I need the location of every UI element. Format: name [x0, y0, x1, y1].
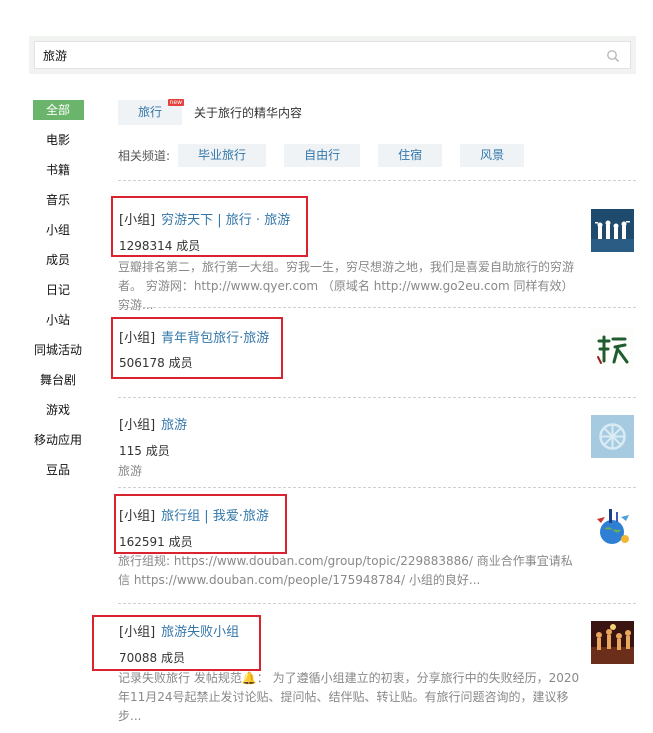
result-description: 记录失败旅行 发帖规范🔔： 为了遵循小组建立的初衷，分享旅行中的失败经历，202…: [118, 671, 580, 723]
sidebar-item-drama[interactable]: 舞台剧: [28, 370, 88, 400]
sidebar-item-label: 音乐: [45, 193, 70, 207]
result-prefix: [小组]: [119, 418, 156, 433]
sidebar-item-label: 豆品: [45, 463, 70, 477]
group-thumbnail[interactable]: [591, 415, 634, 458]
sidebar-item-label: 移动应用: [33, 433, 82, 447]
sidebar-item-label: 日记: [45, 283, 70, 297]
sidebar-item-label: 舞台剧: [39, 373, 76, 387]
topic-tag[interactable]: 旅行 new: [118, 99, 185, 125]
sidebar-item-movie[interactable]: 电影: [28, 130, 88, 160]
search-input[interactable]: [35, 42, 583, 68]
sidebar-item-products[interactable]: 豆品: [28, 460, 88, 490]
channel-scenery[interactable]: 风景: [460, 144, 525, 167]
topic-area: 旅行 new 关于旅行的精华内容 相关频道: 毕业旅行 自由行 住宿 风景: [118, 99, 636, 167]
channel-independent-travel[interactable]: 自由行: [284, 144, 361, 167]
related-channels-label: 相关频道:: [118, 149, 171, 163]
sidebar-item-label: 小站: [45, 313, 70, 327]
sidebar-item-label: 电影: [45, 133, 70, 147]
related-channels: 相关频道: 毕业旅行 自由行 住宿 风景: [118, 144, 636, 167]
topic-row: 旅行 new 关于旅行的精华内容: [118, 99, 636, 125]
channel-graduation-trip[interactable]: 毕业旅行: [178, 144, 267, 167]
sidebar-item-label: 书籍: [45, 163, 70, 177]
search-bar: [29, 36, 636, 74]
sidebar-item-label: 成员: [45, 253, 70, 267]
sidebar-item-books[interactable]: 书籍: [28, 160, 88, 190]
new-badge: new: [167, 99, 185, 106]
search-icon[interactable]: [606, 49, 620, 63]
result-description: 旅游: [118, 464, 143, 478]
sidebar-item-all[interactable]: 全部: [28, 100, 88, 130]
highlight-box: [111, 317, 283, 379]
sidebar-item-site[interactable]: 小站: [28, 310, 88, 340]
category-sidebar: 全部 电影 书籍 音乐 小组 成员 日记 小站 同城活动 舞台剧 游戏 移动应用…: [28, 100, 88, 490]
sidebar-item-groups[interactable]: 小组: [28, 220, 88, 250]
sidebar-item-label: 小组: [45, 223, 70, 237]
group-thumbnail[interactable]: [591, 327, 634, 370]
highlight-box: [111, 196, 308, 257]
sidebar-item-diary[interactable]: 日记: [28, 280, 88, 310]
member-count: 115 成员: [119, 444, 170, 458]
group-thumbnail[interactable]: [591, 505, 634, 548]
sidebar-item-label: 游戏: [45, 403, 70, 417]
sidebar-item-games[interactable]: 游戏: [28, 400, 88, 430]
sidebar-item-label: 同城活动: [33, 343, 82, 357]
topic-tag-label: 旅行: [138, 105, 163, 119]
result-title: [小组] 旅游: [119, 414, 187, 433]
sidebar-item-members[interactable]: 成员: [28, 250, 88, 280]
group-thumbnail[interactable]: [591, 209, 634, 252]
highlight-box: [114, 494, 287, 554]
topic-description: 关于旅行的精华内容: [194, 106, 303, 120]
group-thumbnail[interactable]: [591, 621, 634, 664]
sidebar-item-apps[interactable]: 移动应用: [28, 430, 88, 460]
search-field-box: [34, 41, 631, 69]
channel-accommodation[interactable]: 住宿: [378, 144, 443, 167]
highlight-box: [92, 615, 261, 671]
sidebar-item-events[interactable]: 同城活动: [28, 340, 88, 370]
list-item: [小组] 旅游 115 成员 旅游: [118, 397, 636, 487]
result-description: 旅行组规: https://www.douban.com/group/topic…: [118, 554, 573, 587]
result-link[interactable]: 旅游: [161, 418, 187, 433]
sidebar-item-music[interactable]: 音乐: [28, 190, 88, 220]
sidebar-item-label: 全部: [32, 100, 84, 120]
